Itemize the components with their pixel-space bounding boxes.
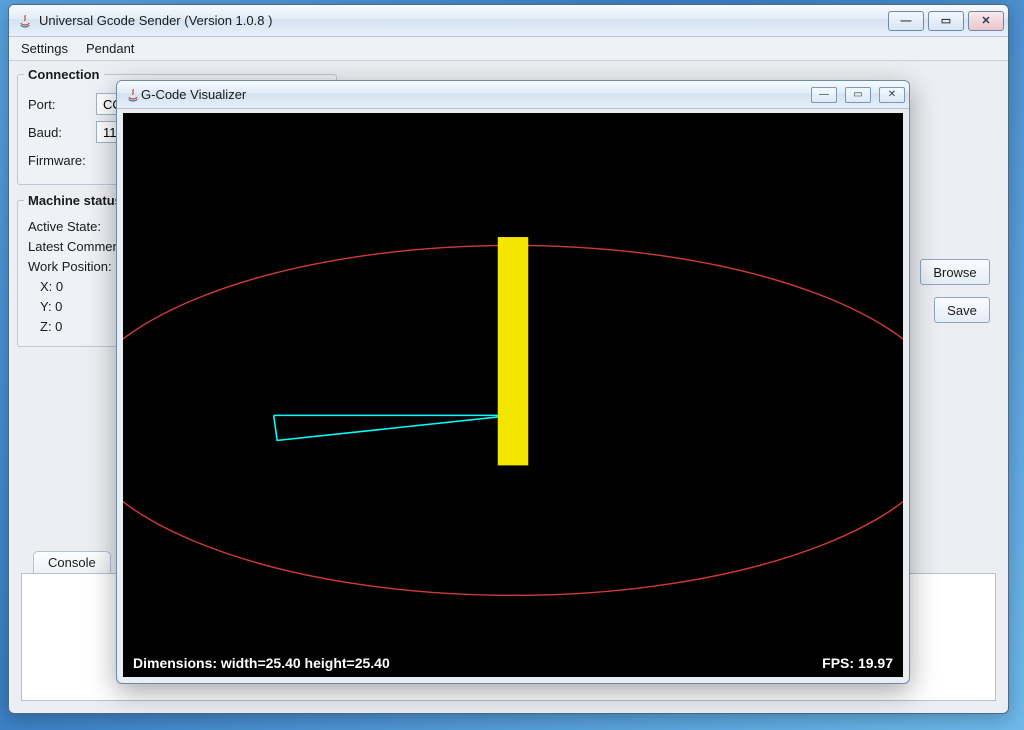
close-button[interactable]: ✕ <box>968 11 1004 31</box>
browse-button[interactable]: Browse <box>920 259 990 285</box>
baud-label: Baud: <box>28 125 90 140</box>
machine-status-legend: Machine status <box>24 193 126 208</box>
main-titlebar[interactable]: Universal Gcode Sender (Version 1.0.8 ) … <box>9 5 1008 37</box>
firmware-label: Firmware: <box>28 153 100 168</box>
file-buttons: Browse Save <box>920 259 990 323</box>
maximize-button[interactable]: ▭ <box>928 11 964 31</box>
visualizer-titlebar[interactable]: G-Code Visualizer — ▭ ✕ <box>117 81 909 109</box>
window-controls: — ▭ ✕ <box>888 11 1004 31</box>
visualizer-close-button[interactable]: ✕ <box>879 87 905 103</box>
visualizer-window: G-Code Visualizer — ▭ ✕ Dimensions: widt… <box>116 80 910 684</box>
toolpath-svg <box>123 113 903 677</box>
tab-console[interactable]: Console <box>33 551 111 575</box>
bottom-tabs: Console <box>33 544 111 574</box>
app-title: Universal Gcode Sender (Version 1.0.8 ) <box>39 13 272 28</box>
menubar: Settings Pendant <box>9 37 1008 61</box>
minimize-button[interactable]: — <box>888 11 924 31</box>
connection-legend: Connection <box>24 67 104 82</box>
save-button[interactable]: Save <box>934 297 990 323</box>
java-icon <box>125 87 141 103</box>
visualizer-maximize-button[interactable]: ▭ <box>845 87 871 103</box>
java-icon <box>17 13 33 29</box>
fps-readout: FPS: 19.97 <box>822 655 893 671</box>
visualizer-window-controls: — ▭ ✕ <box>811 87 905 103</box>
dimensions-readout: Dimensions: width=25.40 height=25.40 <box>133 655 390 671</box>
visualizer-minimize-button[interactable]: — <box>811 87 837 103</box>
visualizer-title: G-Code Visualizer <box>141 87 246 102</box>
visualizer-canvas[interactable]: Dimensions: width=25.40 height=25.40 FPS… <box>123 113 903 677</box>
menu-settings[interactable]: Settings <box>15 39 74 58</box>
port-label: Port: <box>28 97 90 112</box>
menu-pendant[interactable]: Pendant <box>80 39 140 58</box>
